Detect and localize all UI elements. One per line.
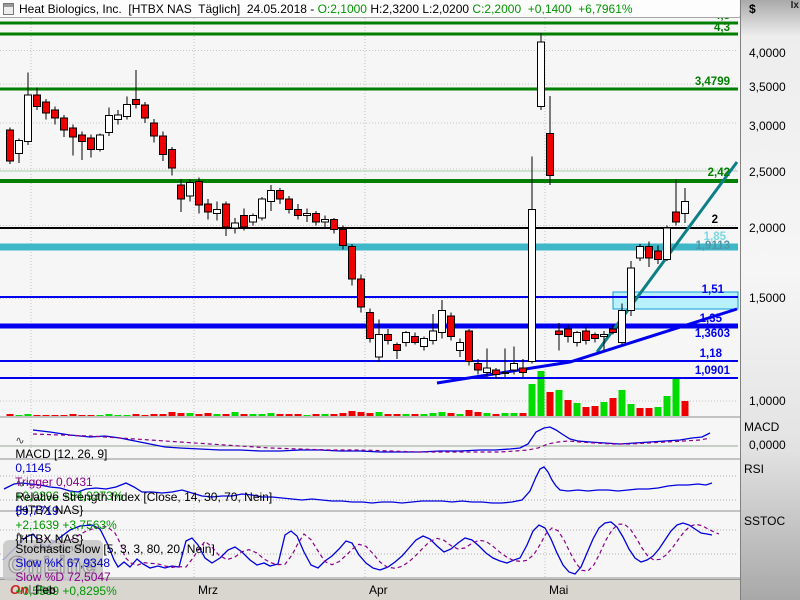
title-symbol-text: Heat Biologics, Inc. [HTBX NAS Täglich] … (19, 2, 318, 16)
indicator-curve-icon: ∿ (15, 435, 24, 447)
currency-symbol: $ (749, 2, 756, 16)
macd-zero-label: 0,0000 (749, 438, 786, 452)
rsi-axis-title: RSI (744, 462, 764, 476)
price-axis-label: 4,0000 (749, 46, 786, 60)
price-axis-label: 2,0000 (749, 221, 786, 235)
month-label: Mai (549, 583, 568, 597)
price-axis-label: 1,5000 (749, 291, 786, 305)
level-label: 3,4799 (695, 76, 730, 88)
level-label: 2,42 (708, 167, 730, 179)
indicator-curve-icon: ∿ (15, 478, 24, 490)
indicator-curve-icon: ∿ (15, 530, 24, 542)
level-label: 1,9113 (695, 240, 730, 252)
price-axis-label: 2,5000 (749, 165, 786, 179)
macd-name: MACD [12, 26, 9] (15, 447, 110, 461)
level-label: 1,18 (700, 348, 722, 360)
level-label: 2 (712, 214, 718, 226)
month-label: Apr (369, 583, 388, 597)
price-axis-label: 3,5000 (749, 80, 786, 94)
title-change: +0,1400 +6,7961% (528, 2, 633, 16)
level-label: 4,3 (714, 22, 730, 34)
title-close: C:2,2000 (472, 2, 521, 16)
corner-glyph[interactable]: Ix (791, 0, 799, 11)
level-label: 1,3603 (695, 328, 730, 340)
sstoc-k-value: Slow %K 67,9348 (15, 556, 113, 570)
sstoc-change: +0,5589 +0,8295% (15, 584, 120, 598)
title-high: H:2,3200 (370, 2, 419, 16)
sstoc-axis-title: SSTOC (744, 514, 785, 528)
month-label: Feb (35, 583, 56, 597)
level-label: 1,35 (700, 313, 722, 325)
chart-window-icon (3, 3, 14, 15)
month-label: Mrz (198, 583, 218, 597)
macd-axis-title: MACD (744, 420, 779, 434)
level-label: 1,0901 (695, 365, 730, 377)
rsi-name: Relative Strength Index [Close, 14, 30, … (15, 490, 275, 504)
trading-chart-window: Heat Biologics, Inc. [HTBX NAS Täglich] … (0, 0, 800, 600)
sstoc-d-value: Slow %D 72,5047 (15, 570, 114, 584)
title-low: L:2,0200 (422, 2, 469, 16)
title-open: O:2,1000 (318, 2, 367, 16)
sstoc-name: Stochastic Slow [5, 3, 3, 80, 20, Nein] (15, 542, 218, 556)
price-axis-label: 1,0000 (749, 394, 786, 408)
chart-title-bar: Heat Biologics, Inc. [HTBX NAS Täglich] … (0, 0, 739, 18)
level-label: 1,51 (702, 284, 724, 296)
price-axis-label: 3,0000 (749, 119, 786, 133)
